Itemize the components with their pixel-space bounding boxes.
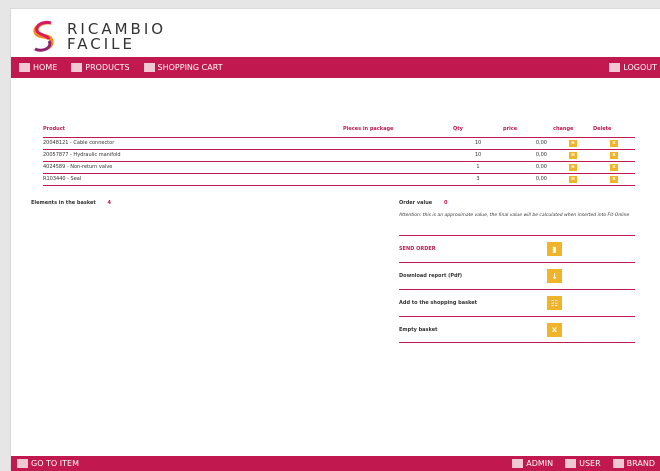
nav-products-label: PRODUCTS: [85, 63, 130, 72]
nav-home-label: HOME: [33, 63, 58, 72]
row-product: 4024589 - Non-return valve: [43, 161, 343, 174]
logo-icon: [33, 21, 54, 52]
row-pieces: [343, 173, 453, 186]
delete-button[interactable]: x: [610, 175, 618, 183]
send-order-label: SEND ORDER: [399, 246, 436, 252]
row-pieces: [343, 137, 453, 150]
app-frame: RICAMBIO FACILE HOME PRODUCTS SHOPPING C…: [10, 8, 660, 471]
go-to-item-icon: [17, 459, 28, 468]
header-pieces: Pieces in package: [343, 122, 453, 138]
nav-user[interactable]: USER: [565, 459, 601, 468]
order-note: Attention: this is an approximate value,…: [399, 213, 630, 218]
table-row: 4024589 - Non-return valve 1 0,00 ≡ x: [43, 161, 635, 174]
table-row: 20048121 - Cable connector 10 0,00 ≡ x: [43, 137, 635, 150]
actions-panel: SEND ORDER ▮ Download report (Pdf) ↓ Add…: [399, 235, 635, 343]
order-value: Order value 0: [399, 200, 447, 206]
row-pieces: [343, 149, 453, 162]
user-label: USER: [579, 459, 601, 468]
table-row: R103440 - Seal 3 0,00 ≡ x: [43, 173, 635, 186]
change-button[interactable]: ≡: [569, 175, 577, 183]
nav-brand[interactable]: BRAND: [612, 459, 655, 468]
nav-home[interactable]: HOME: [19, 63, 57, 72]
delete-button[interactable]: x: [610, 151, 618, 159]
nav-logout[interactable]: LOGOUT: [609, 63, 657, 72]
products-icon: [71, 63, 83, 72]
nav-cart-label: SHOPPING CART: [157, 63, 223, 72]
row-product: 20057877 - Hydraulic manifold: [43, 149, 343, 162]
nav-go-to-item[interactable]: GO TO ITEM: [17, 459, 79, 468]
nav-logout-label: LOGOUT: [623, 63, 657, 72]
top-nav: HOME PRODUCTS SHOPPING CART LOGOUT: [11, 57, 660, 78]
empty-basket-button[interactable]: x: [547, 322, 562, 337]
send-order-button[interactable]: ▮: [547, 242, 562, 256]
header-product: Product: [43, 122, 343, 138]
download-report-row: Download report (Pdf) ↓: [399, 262, 635, 289]
change-button[interactable]: ≡: [569, 139, 577, 147]
change-button[interactable]: ≡: [569, 151, 577, 159]
row-price: 0,00: [503, 161, 553, 174]
download-report-label: Download report (Pdf): [399, 273, 463, 279]
logo: RICAMBIO FACILE: [25, 17, 166, 57]
add-to-basket-button[interactable]: ☷: [547, 296, 562, 310]
elements-in-basket: Elements in the basket 4: [31, 200, 111, 206]
row-price: 0,00: [503, 149, 553, 162]
bottom-nav: GO TO ITEM ADMIN USER BRAND: [11, 456, 660, 471]
user-icon: [565, 459, 577, 468]
empty-basket-row: Empty basket x: [399, 316, 635, 343]
nav-products[interactable]: PRODUCTS: [71, 63, 130, 72]
basket-table: Product Pieces in package Qty price chan…: [43, 122, 635, 186]
brand-label: BRAND: [626, 459, 655, 468]
order-value-label: Order value: [399, 200, 433, 206]
nav-shopping-cart[interactable]: SHOPPING CART: [143, 63, 223, 72]
brand-line2: FACILE: [67, 35, 135, 53]
header-qty: Qty: [453, 122, 503, 138]
order-value-amount: 0: [443, 200, 448, 206]
table-row: 20057877 - Hydraulic manifold 10 0,00 ≡ …: [43, 149, 635, 162]
row-pieces: [343, 161, 453, 174]
row-price: 0,00: [503, 173, 553, 186]
row-qty: 10: [453, 137, 503, 150]
header-price: price: [503, 122, 553, 138]
row-price: 0,00: [503, 137, 553, 150]
admin-icon: [512, 459, 524, 468]
row-qty: 10: [453, 149, 503, 162]
cart-icon: [143, 63, 155, 72]
nav-admin[interactable]: ADMIN: [512, 459, 553, 468]
brand-icon: [612, 459, 624, 468]
row-qty: 3: [453, 173, 503, 186]
home-icon: [19, 63, 30, 72]
row-product: 20048121 - Cable connector: [43, 137, 343, 150]
header-change: change: [553, 122, 593, 138]
go-to-item-label: GO TO ITEM: [31, 459, 79, 468]
elements-count: 4: [107, 200, 112, 206]
add-to-basket-row: Add to the shopping basket ☷: [399, 289, 635, 316]
delete-button[interactable]: x: [610, 139, 618, 147]
admin-label: ADMIN: [526, 459, 554, 468]
download-pdf-button[interactable]: ↓: [547, 269, 562, 283]
send-order-row: SEND ORDER ▮: [399, 235, 635, 262]
elements-label: Elements in the basket: [31, 200, 96, 206]
logout-icon: [609, 63, 621, 72]
row-product: R103440 - Seal: [43, 173, 343, 186]
add-to-basket-label: Add to the shopping basket: [399, 300, 478, 306]
delete-button[interactable]: x: [610, 163, 618, 171]
change-button[interactable]: ≡: [569, 163, 577, 171]
row-qty: 1: [453, 161, 503, 174]
header-delete: Delete: [593, 122, 635, 138]
empty-basket-label: Empty basket: [399, 326, 438, 333]
table-header-row: Product Pieces in package Qty price chan…: [43, 122, 635, 138]
